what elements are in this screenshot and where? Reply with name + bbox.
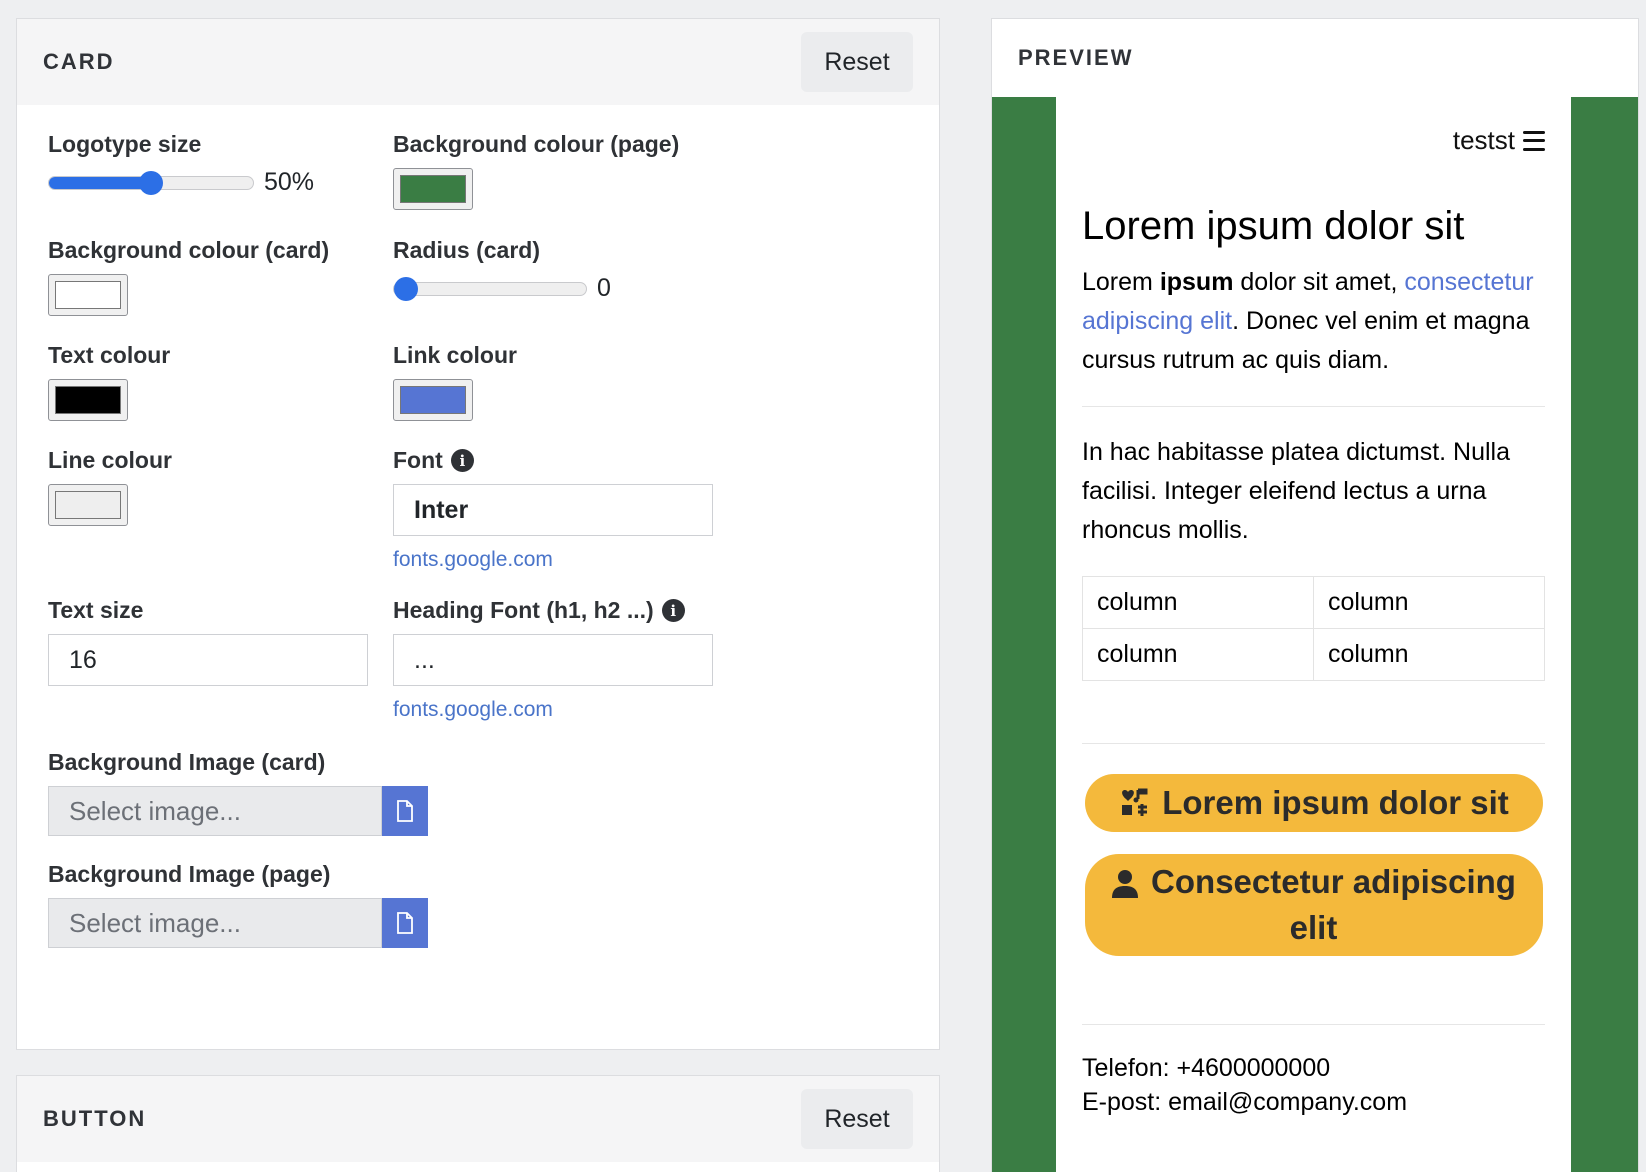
- preview-title: PREVIEW: [1018, 45, 1134, 70]
- preview-heading: Lorem ipsum dolor sit: [1082, 204, 1465, 248]
- font-google-link[interactable]: fonts.google.com: [393, 548, 713, 572]
- font-label: Font: [393, 447, 443, 473]
- bg-image-card-field: Background Image (card) Select image...: [48, 749, 428, 836]
- radius-value: 0: [597, 274, 611, 302]
- font-input[interactable]: Inter: [393, 484, 713, 536]
- preview-panel: PREVIEW testst Lorem ipsum dolor sit Lor…: [991, 18, 1639, 1172]
- bg-page-colour-field: Background colour (page): [393, 131, 679, 210]
- bg-image-card-input[interactable]: Select image...: [48, 786, 382, 836]
- heading-font-google-link[interactable]: fonts.google.com: [393, 698, 713, 722]
- bg-image-page-input[interactable]: Select image...: [48, 898, 382, 948]
- table-cell: column: [1313, 628, 1545, 681]
- radius-slider[interactable]: [393, 276, 587, 301]
- preview-header: PREVIEW: [992, 19, 1638, 97]
- preview-nav: testst: [1082, 97, 1545, 156]
- bg-card-colour-picker[interactable]: [48, 274, 128, 316]
- info-icon[interactable]: i: [661, 599, 685, 622]
- logotype-size-slider-thumb[interactable]: [139, 170, 163, 195]
- table-row: column column: [1082, 576, 1545, 629]
- text-colour-swatch: [55, 386, 121, 414]
- text-size-label: Text size: [48, 597, 144, 623]
- text-colour-label: Text colour: [48, 342, 171, 368]
- bg-card-colour-swatch: [55, 281, 121, 309]
- preview-paragraph-2: In hac habitasse platea dictumst. Nulla …: [1082, 438, 1511, 544]
- logotype-size-label: Logotype size: [48, 131, 202, 157]
- radius-slider-thumb[interactable]: [394, 276, 418, 301]
- heading-font-label: Heading Font (h1, h2 ...): [393, 597, 654, 623]
- preview-button-1-label: Lorem ipsum dolor sit: [1162, 784, 1509, 821]
- preview-button-2-label: Consectetur adipiscing elit: [1109, 859, 1519, 951]
- radius-field: Radius (card) 0: [393, 237, 611, 303]
- menu-icon[interactable]: [1523, 130, 1545, 151]
- table-row: column column: [1082, 628, 1545, 681]
- bg-card-colour-label: Background colour (card): [48, 237, 330, 263]
- preview-paragraph-1: Lorem ipsum dolor sit amet, consectetur …: [1082, 263, 1545, 380]
- preview-text: Lorem: [1082, 268, 1160, 296]
- text-size-field: Text size 16: [48, 597, 368, 686]
- bg-page-colour-picker[interactable]: [393, 168, 473, 210]
- line-colour-picker[interactable]: [48, 484, 128, 526]
- preview-bold-text: ipsum: [1159, 268, 1234, 296]
- info-icon[interactable]: i: [450, 449, 474, 472]
- preview-text: dolor sit amet,: [1233, 268, 1405, 296]
- preview-button-2-text: Consectetur adipiscing elit: [1151, 863, 1516, 946]
- preview-page-background: testst Lorem ipsum dolor sit Lorem ipsum…: [992, 97, 1638, 1172]
- bg-image-card-browse-button[interactable]: [382, 786, 428, 836]
- preview-nav-text: testst: [1452, 125, 1515, 155]
- preview-email: E-post: email@company.com: [1082, 1088, 1408, 1116]
- link-colour-picker[interactable]: [393, 379, 473, 421]
- bg-image-page-field: Background Image (page) Select image...: [48, 861, 428, 948]
- logotype-size-value: 50%: [264, 168, 315, 196]
- link-colour-swatch: [400, 386, 466, 414]
- preview-divider: [1082, 1024, 1545, 1025]
- link-colour-label: Link colour: [393, 342, 517, 368]
- bg-page-colour-label: Background colour (page): [393, 131, 680, 157]
- table-cell: column: [1313, 576, 1545, 629]
- link-colour-field: Link colour: [393, 342, 517, 421]
- preview-button-2[interactable]: Consectetur adipiscing elit: [1084, 854, 1543, 956]
- button-settings-panel: BUTTON Reset: [16, 1075, 940, 1172]
- bg-image-page-browse-button[interactable]: [382, 898, 428, 948]
- bg-card-colour-field: Background colour (card): [48, 237, 329, 316]
- logotype-size-field: Logotype size 50%: [48, 131, 314, 197]
- table-cell: column: [1082, 576, 1314, 629]
- line-colour-field: Line colour: [48, 447, 172, 526]
- button-reset-button[interactable]: Reset: [801, 1089, 913, 1149]
- heading-font-input[interactable]: ...: [393, 634, 713, 686]
- card-reset-button[interactable]: Reset: [801, 32, 913, 92]
- card-settings-panel: CARD Reset Logotype size 50% Background …: [16, 18, 940, 1050]
- line-colour-label: Line colour: [48, 447, 172, 473]
- text-colour-field: Text colour: [48, 342, 170, 421]
- logotype-size-slider[interactable]: [48, 170, 254, 195]
- user-icon: [1112, 870, 1139, 899]
- text-colour-picker[interactable]: [48, 379, 128, 421]
- button-panel-header: BUTTON Reset: [17, 1076, 939, 1162]
- font-field: Font i Inter fonts.google.com: [393, 447, 713, 572]
- preview-divider: [1082, 743, 1545, 744]
- button-panel-title: BUTTON: [43, 1106, 147, 1131]
- preview-divider: [1082, 406, 1545, 407]
- table-cell: column: [1082, 628, 1314, 681]
- bg-image-card-label: Background Image (card): [48, 749, 326, 775]
- preview-table: column column column column: [1082, 576, 1545, 681]
- card-panel-title: CARD: [43, 49, 115, 74]
- card-panel-header: CARD Reset: [17, 19, 939, 105]
- text-size-input[interactable]: 16: [48, 634, 368, 686]
- logotype-size-slider-fill: [49, 176, 151, 189]
- music-heart-icon: [1122, 788, 1148, 816]
- bg-image-page-label: Background Image (page): [48, 861, 331, 887]
- preview-button-1[interactable]: Lorem ipsum dolor sit: [1084, 774, 1543, 832]
- heading-font-field: Heading Font (h1, h2 ...) i ... fonts.goo…: [393, 597, 713, 722]
- bg-page-colour-swatch: [400, 175, 466, 203]
- file-icon: [397, 800, 413, 822]
- preview-card: testst Lorem ipsum dolor sit Lorem ipsum…: [1056, 97, 1571, 1172]
- line-colour-swatch: [55, 491, 121, 519]
- radius-label: Radius (card): [393, 237, 540, 263]
- preview-phone: Telefon: +4600000000: [1082, 1054, 1331, 1082]
- file-icon: [397, 912, 413, 934]
